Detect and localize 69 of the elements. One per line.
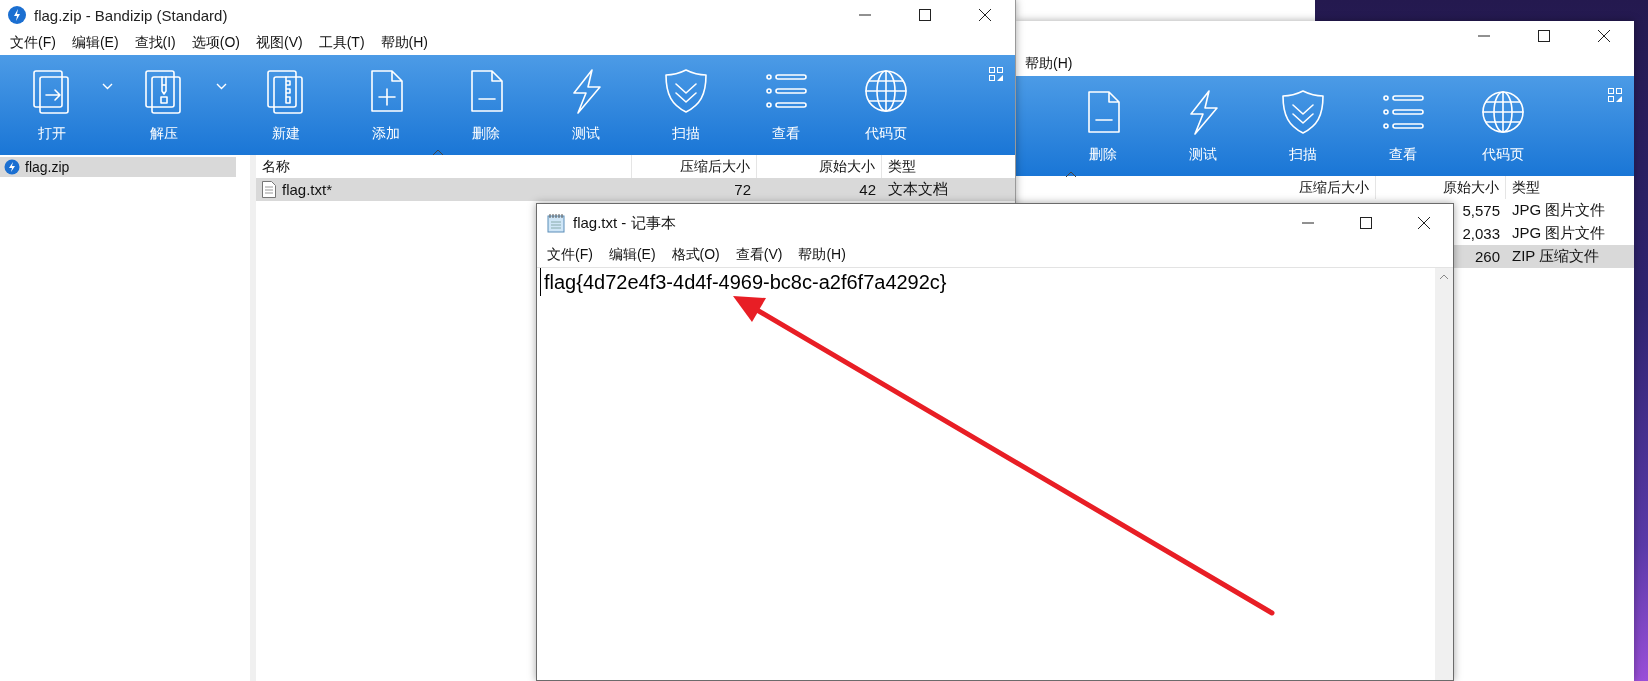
menu-item[interactable]: 查看(V) — [729, 243, 789, 266]
table-cell-text: JPG 图片文件 — [1511, 201, 1607, 220]
window-title: flag.zip - Bandizip (Standard) — [34, 6, 228, 24]
toolbar-button[interactable]: 删除 — [1053, 76, 1153, 176]
menu-item[interactable]: 帮助(H) — [1019, 52, 1079, 75]
toolbar-button[interactable]: 代码页 — [836, 55, 936, 155]
close-icon — [1417, 216, 1431, 230]
maximize-icon — [1359, 216, 1373, 230]
file-row[interactable]: 2,033 JPG 图片文件 — [1454, 222, 1634, 245]
notepad-icon — [547, 213, 565, 233]
toolbar-button[interactable]: 打开 — [12, 55, 92, 155]
table-cell-text: 42 — [858, 181, 877, 198]
menu-item[interactable]: 查找(I) — [128, 31, 182, 54]
menu-item[interactable]: 文件(F) — [541, 243, 599, 266]
layout-icon[interactable] — [1608, 88, 1622, 102]
menu-item[interactable]: 编辑(E) — [602, 243, 662, 266]
window-title: flag.txt - 记事本 — [573, 213, 676, 233]
toolbar-button[interactable]: 删除 — [436, 55, 536, 155]
app-logo-icon — [8, 6, 26, 24]
text-file-icon — [262, 181, 276, 198]
column-header[interactable]: 类型 — [1506, 176, 1634, 199]
menu-item[interactable]: 帮助(H) — [792, 243, 852, 266]
close-icon — [1597, 29, 1611, 43]
table-cell: flag.txt* — [256, 181, 632, 198]
menu-item[interactable]: 帮助(H) — [374, 31, 434, 54]
file-row[interactable]: 260 ZIP 压缩文件 — [1454, 245, 1634, 268]
scroll-up-icon[interactable] — [1439, 274, 1449, 280]
menu-item[interactable]: 格式(O) — [665, 243, 726, 266]
table-cell-text: JPG 图片文件 — [1511, 224, 1607, 243]
toolbar-button[interactable]: 添加 — [336, 55, 436, 155]
table-cell-text: ZIP 压缩文件 — [1511, 247, 1601, 266]
menu-item[interactable]: 工具(T) — [312, 31, 371, 54]
layout-icon[interactable] — [989, 67, 1003, 81]
toolbar-button[interactable]: 解压 — [122, 55, 206, 155]
toolbar-button[interactable]: 扫描 — [1253, 76, 1353, 176]
toolbar-button[interactable]: 查看 — [1353, 76, 1453, 176]
toolbar-button[interactable]: 新建 — [236, 55, 336, 155]
table-cell-text: 文本文档 — [887, 180, 949, 199]
archive-icon — [4, 159, 20, 175]
shield-icon — [662, 67, 710, 115]
close-icon — [978, 8, 992, 22]
toolbar-button[interactable]: 测试 — [1153, 76, 1253, 176]
table-cell-text: 2,033 — [1461, 225, 1501, 242]
tree-item[interactable]: flag.zip — [0, 157, 236, 177]
maximize-icon — [918, 8, 932, 22]
sort-icon — [1065, 171, 1077, 178]
caret-icon[interactable] — [215, 83, 227, 90]
menu-item[interactable]: 编辑(E) — [65, 31, 125, 54]
column-header[interactable]: 原始大小 — [1376, 176, 1506, 199]
toolbar-button[interactable]: 代码页 — [1453, 76, 1553, 176]
maximize-icon — [1537, 29, 1551, 43]
toolbar-button[interactable]: 测试 — [536, 55, 636, 155]
toolbar-button[interactable]: 查看 — [736, 55, 836, 155]
scrollbar[interactable] — [1435, 268, 1453, 680]
column-header[interactable]: 类型 — [882, 155, 1015, 178]
menu-item[interactable]: 文件(F) — [4, 31, 62, 54]
shield-icon — [1279, 88, 1327, 136]
file-row[interactable]: flag.txt* 72 42 文本文档 — [256, 178, 1015, 201]
table-cell-text: 5,575 — [1461, 202, 1501, 219]
file-row[interactable]: 5,575 JPG 图片文件 — [1454, 199, 1634, 222]
toolbar-button[interactable]: 扫描 — [636, 55, 736, 155]
globe-icon — [862, 67, 910, 115]
globe-icon — [1479, 88, 1527, 136]
caret-icon[interactable] — [101, 83, 113, 90]
table-cell-text: 260 — [1473, 248, 1501, 265]
table-cell-text: 72 — [733, 181, 752, 198]
menu-item[interactable]: 选项(O) — [185, 31, 246, 54]
menu-item[interactable]: 视图(V) — [250, 31, 309, 54]
sort-icon — [432, 149, 444, 156]
